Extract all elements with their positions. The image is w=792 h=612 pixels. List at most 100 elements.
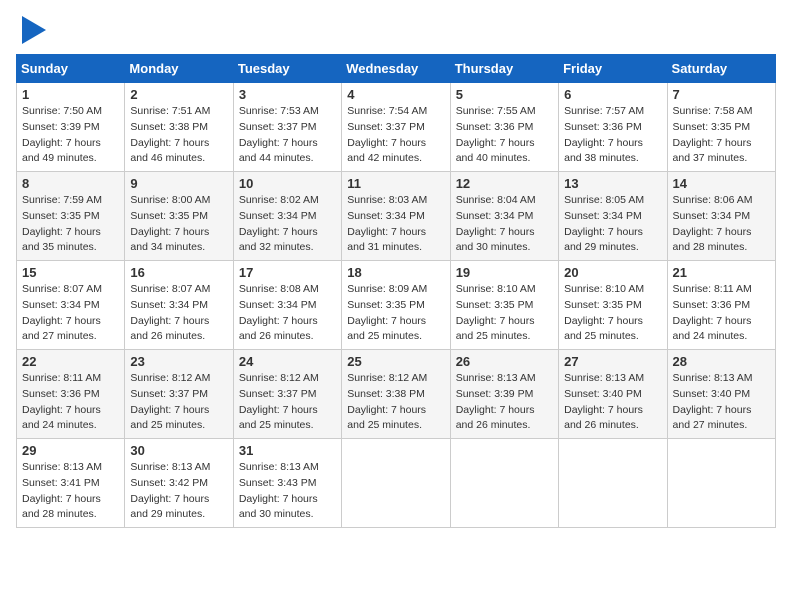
calendar-cell	[667, 439, 775, 528]
day-header-wednesday: Wednesday	[342, 55, 450, 83]
calendar-week-4: 22 Sunrise: 8:11 AM Sunset: 3:36 PM Dayl…	[17, 350, 776, 439]
logo	[16, 16, 46, 44]
day-info: Sunrise: 8:10 AM Sunset: 3:35 PM Dayligh…	[564, 282, 661, 345]
day-number: 26	[456, 354, 553, 369]
day-number: 21	[673, 265, 770, 280]
calendar-cell: 21 Sunrise: 8:11 AM Sunset: 3:36 PM Dayl…	[667, 261, 775, 350]
calendar-cell: 25 Sunrise: 8:12 AM Sunset: 3:38 PM Dayl…	[342, 350, 450, 439]
calendar-cell: 22 Sunrise: 8:11 AM Sunset: 3:36 PM Dayl…	[17, 350, 125, 439]
day-number: 24	[239, 354, 336, 369]
day-number: 7	[673, 87, 770, 102]
day-info: Sunrise: 8:03 AM Sunset: 3:34 PM Dayligh…	[347, 193, 444, 256]
day-number: 6	[564, 87, 661, 102]
calendar-cell: 8 Sunrise: 7:59 AM Sunset: 3:35 PM Dayli…	[17, 172, 125, 261]
calendar-cell: 24 Sunrise: 8:12 AM Sunset: 3:37 PM Dayl…	[233, 350, 341, 439]
day-number: 19	[456, 265, 553, 280]
calendar-cell: 7 Sunrise: 7:58 AM Sunset: 3:35 PM Dayli…	[667, 83, 775, 172]
calendar-cell	[559, 439, 667, 528]
day-header-thursday: Thursday	[450, 55, 558, 83]
day-number: 2	[130, 87, 227, 102]
calendar-header-row: SundayMondayTuesdayWednesdayThursdayFrid…	[17, 55, 776, 83]
calendar-cell: 19 Sunrise: 8:10 AM Sunset: 3:35 PM Dayl…	[450, 261, 558, 350]
day-number: 8	[22, 176, 119, 191]
calendar-cell: 14 Sunrise: 8:06 AM Sunset: 3:34 PM Dayl…	[667, 172, 775, 261]
day-info: Sunrise: 8:00 AM Sunset: 3:35 PM Dayligh…	[130, 193, 227, 256]
day-number: 14	[673, 176, 770, 191]
calendar-cell: 4 Sunrise: 7:54 AM Sunset: 3:37 PM Dayli…	[342, 83, 450, 172]
calendar-cell: 15 Sunrise: 8:07 AM Sunset: 3:34 PM Dayl…	[17, 261, 125, 350]
day-info: Sunrise: 8:13 AM Sunset: 3:41 PM Dayligh…	[22, 460, 119, 523]
day-info: Sunrise: 8:02 AM Sunset: 3:34 PM Dayligh…	[239, 193, 336, 256]
day-number: 29	[22, 443, 119, 458]
calendar-cell: 12 Sunrise: 8:04 AM Sunset: 3:34 PM Dayl…	[450, 172, 558, 261]
day-number: 31	[239, 443, 336, 458]
day-info: Sunrise: 7:51 AM Sunset: 3:38 PM Dayligh…	[130, 104, 227, 167]
day-info: Sunrise: 8:11 AM Sunset: 3:36 PM Dayligh…	[673, 282, 770, 345]
day-info: Sunrise: 8:10 AM Sunset: 3:35 PM Dayligh…	[456, 282, 553, 345]
day-number: 5	[456, 87, 553, 102]
day-info: Sunrise: 8:12 AM Sunset: 3:37 PM Dayligh…	[130, 371, 227, 434]
calendar-week-2: 8 Sunrise: 7:59 AM Sunset: 3:35 PM Dayli…	[17, 172, 776, 261]
calendar-cell: 1 Sunrise: 7:50 AM Sunset: 3:39 PM Dayli…	[17, 83, 125, 172]
day-header-sunday: Sunday	[17, 55, 125, 83]
calendar-week-3: 15 Sunrise: 8:07 AM Sunset: 3:34 PM Dayl…	[17, 261, 776, 350]
day-info: Sunrise: 7:53 AM Sunset: 3:37 PM Dayligh…	[239, 104, 336, 167]
day-info: Sunrise: 8:13 AM Sunset: 3:40 PM Dayligh…	[673, 371, 770, 434]
day-number: 28	[673, 354, 770, 369]
calendar-cell: 9 Sunrise: 8:00 AM Sunset: 3:35 PM Dayli…	[125, 172, 233, 261]
day-header-saturday: Saturday	[667, 55, 775, 83]
day-number: 17	[239, 265, 336, 280]
day-number: 27	[564, 354, 661, 369]
day-info: Sunrise: 7:54 AM Sunset: 3:37 PM Dayligh…	[347, 104, 444, 167]
day-info: Sunrise: 7:59 AM Sunset: 3:35 PM Dayligh…	[22, 193, 119, 256]
day-info: Sunrise: 8:11 AM Sunset: 3:36 PM Dayligh…	[22, 371, 119, 434]
day-info: Sunrise: 8:13 AM Sunset: 3:43 PM Dayligh…	[239, 460, 336, 523]
day-number: 10	[239, 176, 336, 191]
day-info: Sunrise: 8:05 AM Sunset: 3:34 PM Dayligh…	[564, 193, 661, 256]
calendar-table: SundayMondayTuesdayWednesdayThursdayFrid…	[16, 54, 776, 528]
day-number: 9	[130, 176, 227, 191]
calendar-cell: 6 Sunrise: 7:57 AM Sunset: 3:36 PM Dayli…	[559, 83, 667, 172]
day-number: 20	[564, 265, 661, 280]
calendar-cell: 2 Sunrise: 7:51 AM Sunset: 3:38 PM Dayli…	[125, 83, 233, 172]
day-number: 12	[456, 176, 553, 191]
day-info: Sunrise: 8:07 AM Sunset: 3:34 PM Dayligh…	[22, 282, 119, 345]
day-number: 4	[347, 87, 444, 102]
calendar-cell: 17 Sunrise: 8:08 AM Sunset: 3:34 PM Dayl…	[233, 261, 341, 350]
calendar-cell: 3 Sunrise: 7:53 AM Sunset: 3:37 PM Dayli…	[233, 83, 341, 172]
day-info: Sunrise: 8:13 AM Sunset: 3:40 PM Dayligh…	[564, 371, 661, 434]
calendar-cell	[342, 439, 450, 528]
day-info: Sunrise: 7:57 AM Sunset: 3:36 PM Dayligh…	[564, 104, 661, 167]
calendar-cell	[450, 439, 558, 528]
calendar-cell: 10 Sunrise: 8:02 AM Sunset: 3:34 PM Dayl…	[233, 172, 341, 261]
day-info: Sunrise: 7:58 AM Sunset: 3:35 PM Dayligh…	[673, 104, 770, 167]
calendar-cell: 29 Sunrise: 8:13 AM Sunset: 3:41 PM Dayl…	[17, 439, 125, 528]
day-info: Sunrise: 8:08 AM Sunset: 3:34 PM Dayligh…	[239, 282, 336, 345]
day-info: Sunrise: 8:12 AM Sunset: 3:38 PM Dayligh…	[347, 371, 444, 434]
day-info: Sunrise: 8:09 AM Sunset: 3:35 PM Dayligh…	[347, 282, 444, 345]
day-number: 30	[130, 443, 227, 458]
day-number: 3	[239, 87, 336, 102]
calendar-cell: 26 Sunrise: 8:13 AM Sunset: 3:39 PM Dayl…	[450, 350, 558, 439]
calendar-cell: 28 Sunrise: 8:13 AM Sunset: 3:40 PM Dayl…	[667, 350, 775, 439]
day-number: 22	[22, 354, 119, 369]
calendar-week-5: 29 Sunrise: 8:13 AM Sunset: 3:41 PM Dayl…	[17, 439, 776, 528]
day-header-monday: Monday	[125, 55, 233, 83]
day-info: Sunrise: 7:50 AM Sunset: 3:39 PM Dayligh…	[22, 104, 119, 167]
day-info: Sunrise: 8:13 AM Sunset: 3:39 PM Dayligh…	[456, 371, 553, 434]
day-info: Sunrise: 8:12 AM Sunset: 3:37 PM Dayligh…	[239, 371, 336, 434]
calendar-cell: 11 Sunrise: 8:03 AM Sunset: 3:34 PM Dayl…	[342, 172, 450, 261]
day-info: Sunrise: 8:13 AM Sunset: 3:42 PM Dayligh…	[130, 460, 227, 523]
day-number: 16	[130, 265, 227, 280]
day-number: 25	[347, 354, 444, 369]
calendar-cell: 13 Sunrise: 8:05 AM Sunset: 3:34 PM Dayl…	[559, 172, 667, 261]
calendar-cell: 31 Sunrise: 8:13 AM Sunset: 3:43 PM Dayl…	[233, 439, 341, 528]
calendar-cell: 16 Sunrise: 8:07 AM Sunset: 3:34 PM Dayl…	[125, 261, 233, 350]
day-info: Sunrise: 8:04 AM Sunset: 3:34 PM Dayligh…	[456, 193, 553, 256]
page-header	[16, 16, 776, 44]
day-number: 18	[347, 265, 444, 280]
day-info: Sunrise: 7:55 AM Sunset: 3:36 PM Dayligh…	[456, 104, 553, 167]
day-number: 23	[130, 354, 227, 369]
calendar-cell: 5 Sunrise: 7:55 AM Sunset: 3:36 PM Dayli…	[450, 83, 558, 172]
calendar-cell: 27 Sunrise: 8:13 AM Sunset: 3:40 PM Dayl…	[559, 350, 667, 439]
